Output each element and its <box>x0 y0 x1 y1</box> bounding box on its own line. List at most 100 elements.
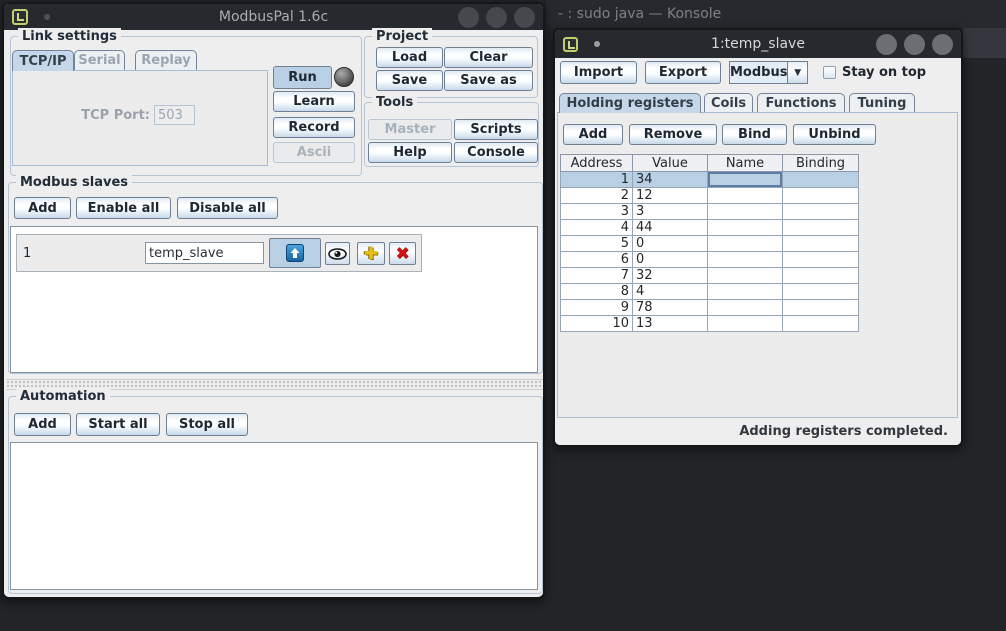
column-header-name[interactable]: Name <box>708 155 783 172</box>
table-row[interactable]: 9 78 <box>561 300 859 316</box>
window-menu-icon[interactable] <box>563 37 578 52</box>
maximize-button[interactable] <box>904 34 925 55</box>
cell-name[interactable] <box>708 284 783 300</box>
import-button[interactable]: Import <box>560 61 637 84</box>
tab-functions[interactable]: Functions <box>757 93 845 112</box>
tab-coils[interactable]: Coils <box>704 93 753 112</box>
minimize-button[interactable] <box>458 7 479 28</box>
register-remove-button[interactable]: Remove <box>629 124 717 145</box>
cell-binding[interactable] <box>783 300 859 316</box>
register-bind-button[interactable]: Bind <box>722 124 787 145</box>
cell-binding[interactable] <box>783 252 859 268</box>
console-button[interactable]: Console <box>454 142 538 163</box>
table-row[interactable]: 10 13 <box>561 316 859 332</box>
maximize-button[interactable] <box>486 7 507 28</box>
konsole-titlebar[interactable]: - : sudo java — Konsole <box>546 0 1006 28</box>
tab-tcpip[interactable]: TCP/IP <box>12 50 74 71</box>
column-header-address[interactable]: Address <box>561 155 633 172</box>
table-row[interactable]: 1 34 <box>561 172 859 188</box>
slave-enable-toggle[interactable] <box>269 238 321 268</box>
slave-name-field[interactable] <box>145 242 264 264</box>
cell-value[interactable]: 44 <box>633 220 708 236</box>
automation-add-button[interactable]: Add <box>14 413 71 436</box>
cell-binding[interactable] <box>783 172 859 188</box>
cell-name[interactable] <box>708 316 783 332</box>
cell-value[interactable]: 32 <box>633 268 708 284</box>
cell-address[interactable]: 7 <box>561 268 633 284</box>
cell-name[interactable] <box>708 252 783 268</box>
window-menu-icon[interactable] <box>12 9 28 25</box>
cell-address[interactable]: 6 <box>561 252 633 268</box>
save-as-button[interactable]: Save as <box>444 70 533 91</box>
register-unbind-button[interactable]: Unbind <box>793 124 876 145</box>
cell-address[interactable]: 9 <box>561 300 633 316</box>
cell-name[interactable] <box>708 220 783 236</box>
cell-address[interactable]: 1 <box>561 172 633 188</box>
slave-titlebar[interactable]: 1:temp_slave <box>555 30 961 58</box>
column-header-value[interactable]: Value <box>633 155 708 172</box>
save-button[interactable]: Save <box>376 70 443 91</box>
cell-value[interactable]: 4 <box>633 284 708 300</box>
cell-value[interactable]: 0 <box>633 236 708 252</box>
table-row[interactable]: 8 4 <box>561 284 859 300</box>
cell-name[interactable] <box>708 188 783 204</box>
cell-value[interactable]: 34 <box>633 172 708 188</box>
slave-row[interactable]: 1 ✚ ✖ <box>16 234 422 272</box>
cell-binding[interactable] <box>783 236 859 252</box>
run-button[interactable]: Run <box>273 66 332 89</box>
chevron-down-icon[interactable]: ▼ <box>787 61 808 84</box>
start-all-button[interactable]: Start all <box>76 413 160 436</box>
table-row[interactable]: 7 32 <box>561 268 859 284</box>
cell-address[interactable]: 10 <box>561 316 633 332</box>
close-button[interactable] <box>514 7 535 28</box>
cell-binding[interactable] <box>783 268 859 284</box>
minimize-button[interactable] <box>876 34 897 55</box>
table-row[interactable]: 2 12 <box>561 188 859 204</box>
cell-binding[interactable] <box>783 316 859 332</box>
cell-name[interactable] <box>708 300 783 316</box>
cell-address[interactable]: 3 <box>561 204 633 220</box>
stay-on-top-label[interactable]: Stay on top <box>842 65 926 80</box>
cell-binding[interactable] <box>783 284 859 300</box>
cell-value[interactable]: 12 <box>633 188 708 204</box>
slave-add-register-button[interactable]: ✚ <box>357 242 385 265</box>
slave-visibility-button[interactable] <box>325 242 350 265</box>
stop-all-button[interactable]: Stop all <box>166 413 248 436</box>
cell-address[interactable]: 5 <box>561 236 633 252</box>
tab-holding-registers[interactable]: Holding registers <box>559 93 701 113</box>
table-row[interactable]: 6 0 <box>561 252 859 268</box>
stay-on-top-checkbox[interactable] <box>823 66 836 79</box>
tab-tuning[interactable]: Tuning <box>849 93 915 112</box>
record-button[interactable]: Record <box>273 117 355 138</box>
cell-value[interactable]: 0 <box>633 252 708 268</box>
help-button[interactable]: Help <box>368 142 452 163</box>
cell-value[interactable]: 3 <box>633 204 708 220</box>
export-button[interactable]: Export <box>645 61 721 84</box>
slave-delete-button[interactable]: ✖ <box>389 242 416 265</box>
cell-name[interactable] <box>708 204 783 220</box>
column-header-binding[interactable]: Binding <box>783 155 859 172</box>
cell-address[interactable]: 4 <box>561 220 633 236</box>
modbuspal-titlebar[interactable]: ModbusPal 1.6c <box>4 4 543 30</box>
cell-name[interactable] <box>708 172 783 188</box>
cell-address[interactable]: 2 <box>561 188 633 204</box>
disable-all-button[interactable]: Disable all <box>177 197 278 219</box>
table-row[interactable]: 3 3 <box>561 204 859 220</box>
cell-value[interactable]: 78 <box>633 300 708 316</box>
cell-address[interactable]: 8 <box>561 284 633 300</box>
table-row[interactable]: 4 44 <box>561 220 859 236</box>
cell-value[interactable]: 13 <box>633 316 708 332</box>
scripts-button[interactable]: Scripts <box>454 119 538 140</box>
learn-button[interactable]: Learn <box>273 91 355 112</box>
enable-all-button[interactable]: Enable all <box>76 197 171 219</box>
table-row[interactable]: 5 0 <box>561 236 859 252</box>
register-add-button[interactable]: Add <box>563 124 623 145</box>
cell-binding[interactable] <box>783 188 859 204</box>
cell-binding[interactable] <box>783 204 859 220</box>
load-button[interactable]: Load <box>376 47 443 68</box>
cell-binding[interactable] <box>783 220 859 236</box>
cell-name[interactable] <box>708 268 783 284</box>
slave-add-button[interactable]: Add <box>14 197 71 219</box>
cell-name[interactable] <box>708 236 783 252</box>
mode-combobox[interactable]: Modbus ▼ <box>729 61 808 84</box>
